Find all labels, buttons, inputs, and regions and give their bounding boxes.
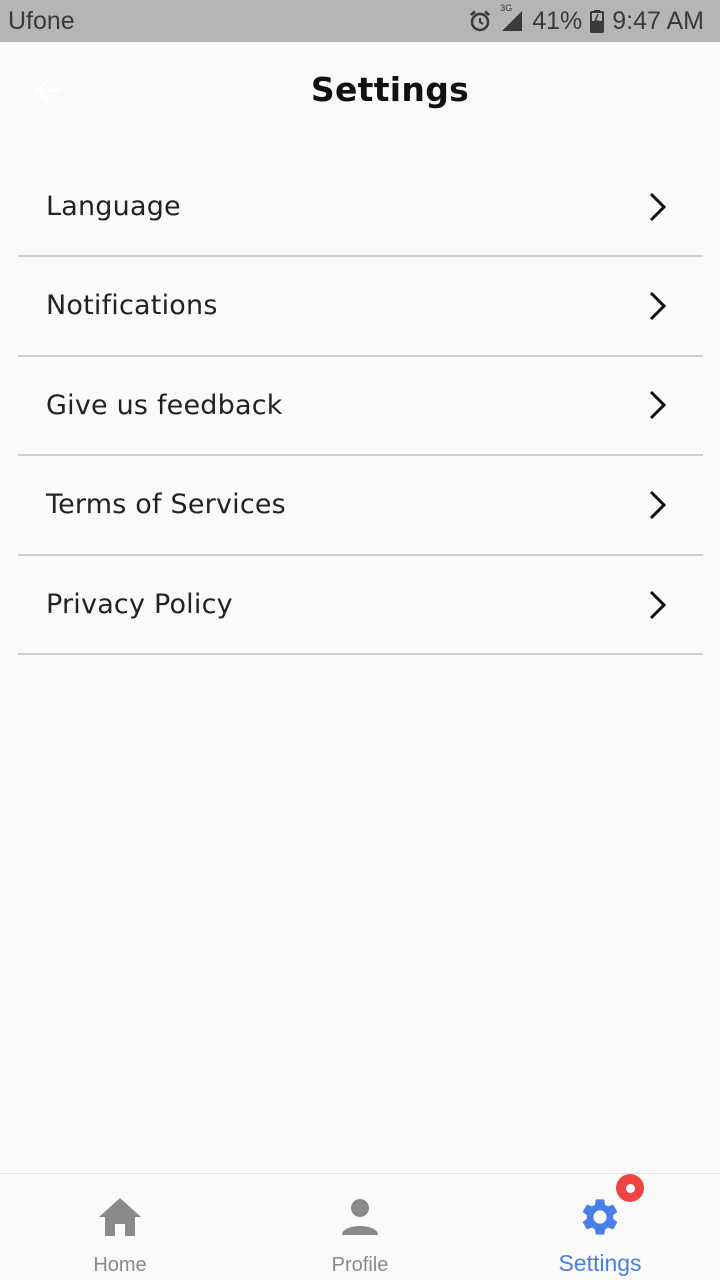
chevron-right-icon	[645, 389, 669, 421]
nav-item-settings[interactable]: Settings	[480, 1174, 720, 1280]
status-bar: Ufone 3G 41% 9:47 AM	[0, 0, 720, 42]
chevron-right-icon	[645, 290, 669, 322]
chevron-right-icon	[645, 191, 669, 223]
carrier-name: Ufone	[8, 6, 75, 35]
settings-item-privacy[interactable]: Privacy Policy	[18, 556, 703, 656]
settings-item-language[interactable]: Language	[18, 158, 703, 257]
clock: 9:47 AM	[612, 6, 704, 35]
signal-icon: 3G	[500, 3, 524, 33]
settings-item-label: Terms of Services	[46, 489, 286, 521]
settings-item-feedback[interactable]: Give us feedback	[18, 357, 703, 457]
page-title: Settings	[310, 70, 470, 109]
status-icons: 3G 41% 9:47 AM	[468, 3, 704, 36]
notification-badge	[616, 1174, 644, 1202]
settings-item-label: Notifications	[46, 290, 218, 322]
nav-label: Settings	[558, 1250, 642, 1276]
badge-dot	[625, 1183, 635, 1193]
nav-label: Profile	[331, 1254, 389, 1276]
settings-item-notifications[interactable]: Notifications	[18, 257, 703, 357]
nav-item-home[interactable]: Home	[0, 1174, 240, 1280]
chevron-right-icon	[645, 589, 669, 621]
settings-item-label: Privacy Policy	[46, 589, 233, 621]
chevron-right-icon	[645, 489, 669, 521]
settings-item-label: Language	[46, 191, 181, 222]
nav-item-profile[interactable]: Profile	[240, 1174, 480, 1280]
gear-icon	[577, 1194, 623, 1240]
nav-label: Home	[93, 1254, 147, 1276]
bottom-nav: Home Profile Settings	[0, 1173, 720, 1280]
settings-item-terms[interactable]: Terms of Services	[18, 456, 703, 556]
battery-icon	[590, 9, 605, 33]
person-icon	[337, 1194, 383, 1240]
app-bar: Settings	[0, 42, 720, 142]
alarm-icon	[468, 9, 492, 33]
settings-list: Language Notifications Give us feedback …	[18, 158, 703, 656]
network-type: 3G	[500, 3, 513, 13]
battery-percent: 41%	[532, 6, 583, 35]
home-icon	[97, 1194, 143, 1240]
settings-item-label: Give us feedback	[46, 389, 283, 421]
